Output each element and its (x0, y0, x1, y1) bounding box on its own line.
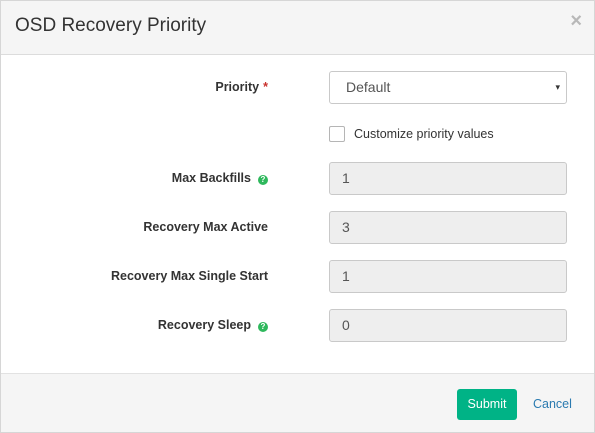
recovery-sleep-label-text: Recovery Sleep (157, 318, 251, 332)
cancel-link[interactable]: Cancel (533, 389, 572, 420)
recovery-sleep-label: Recovery Sleep? (158, 318, 268, 332)
dialog-footer: Submit Cancel (1, 373, 594, 432)
customize-priority-label[interactable]: Customize priority values (354, 127, 494, 141)
priority-label: Priority * (215, 80, 268, 94)
max-backfills-label: Max Backfills? (172, 171, 268, 185)
recovery-sleep-row: Recovery Sleep? 0 (1, 309, 594, 343)
recovery-max-active-row: Recovery Max Active 3 (1, 211, 594, 245)
required-marker: * (263, 80, 268, 94)
help-icon[interactable]: ? (258, 175, 268, 185)
recovery-max-single-start-row: Recovery Max Single Start 1 (1, 260, 594, 294)
max-backfills-label-text: Max Backfills (171, 171, 251, 185)
osd-recovery-priority-dialog: OSD Recovery Priority × Priority * Defaul… (0, 0, 595, 433)
max-backfills-input[interactable]: 1 (329, 162, 567, 195)
recovery-max-single-start-label: Recovery Max Single Start (111, 269, 268, 283)
recovery-max-single-start-label-text: Recovery Max Single Start (110, 269, 268, 283)
recovery-max-active-input[interactable]: 3 (329, 211, 567, 244)
chevron-down-icon: ▾ (555, 82, 560, 92)
dialog-title: OSD Recovery Priority (15, 15, 207, 36)
priority-select[interactable]: Default ▾ (329, 71, 567, 104)
recovery-max-active-label: Recovery Max Active (143, 220, 268, 234)
recovery-max-active-label-text: Recovery Max Active (143, 220, 268, 234)
dialog-body: Priority * Default ▾ Customize priority v… (1, 55, 594, 373)
priority-label-text: Priority (215, 80, 260, 94)
dialog-header: OSD Recovery Priority × (1, 1, 594, 55)
help-icon[interactable]: ? (258, 322, 268, 332)
max-backfills-row: Max Backfills? 1 (1, 162, 594, 196)
recovery-max-single-start-input[interactable]: 1 (329, 260, 567, 293)
recovery-sleep-input[interactable]: 0 (329, 309, 567, 342)
priority-select-value: Default (346, 79, 391, 95)
submit-button[interactable]: Submit (457, 389, 517, 420)
customize-priority-checkbox[interactable] (329, 126, 345, 142)
close-icon[interactable]: × (570, 11, 582, 31)
priority-row: Priority * Default ▾ (1, 71, 594, 105)
